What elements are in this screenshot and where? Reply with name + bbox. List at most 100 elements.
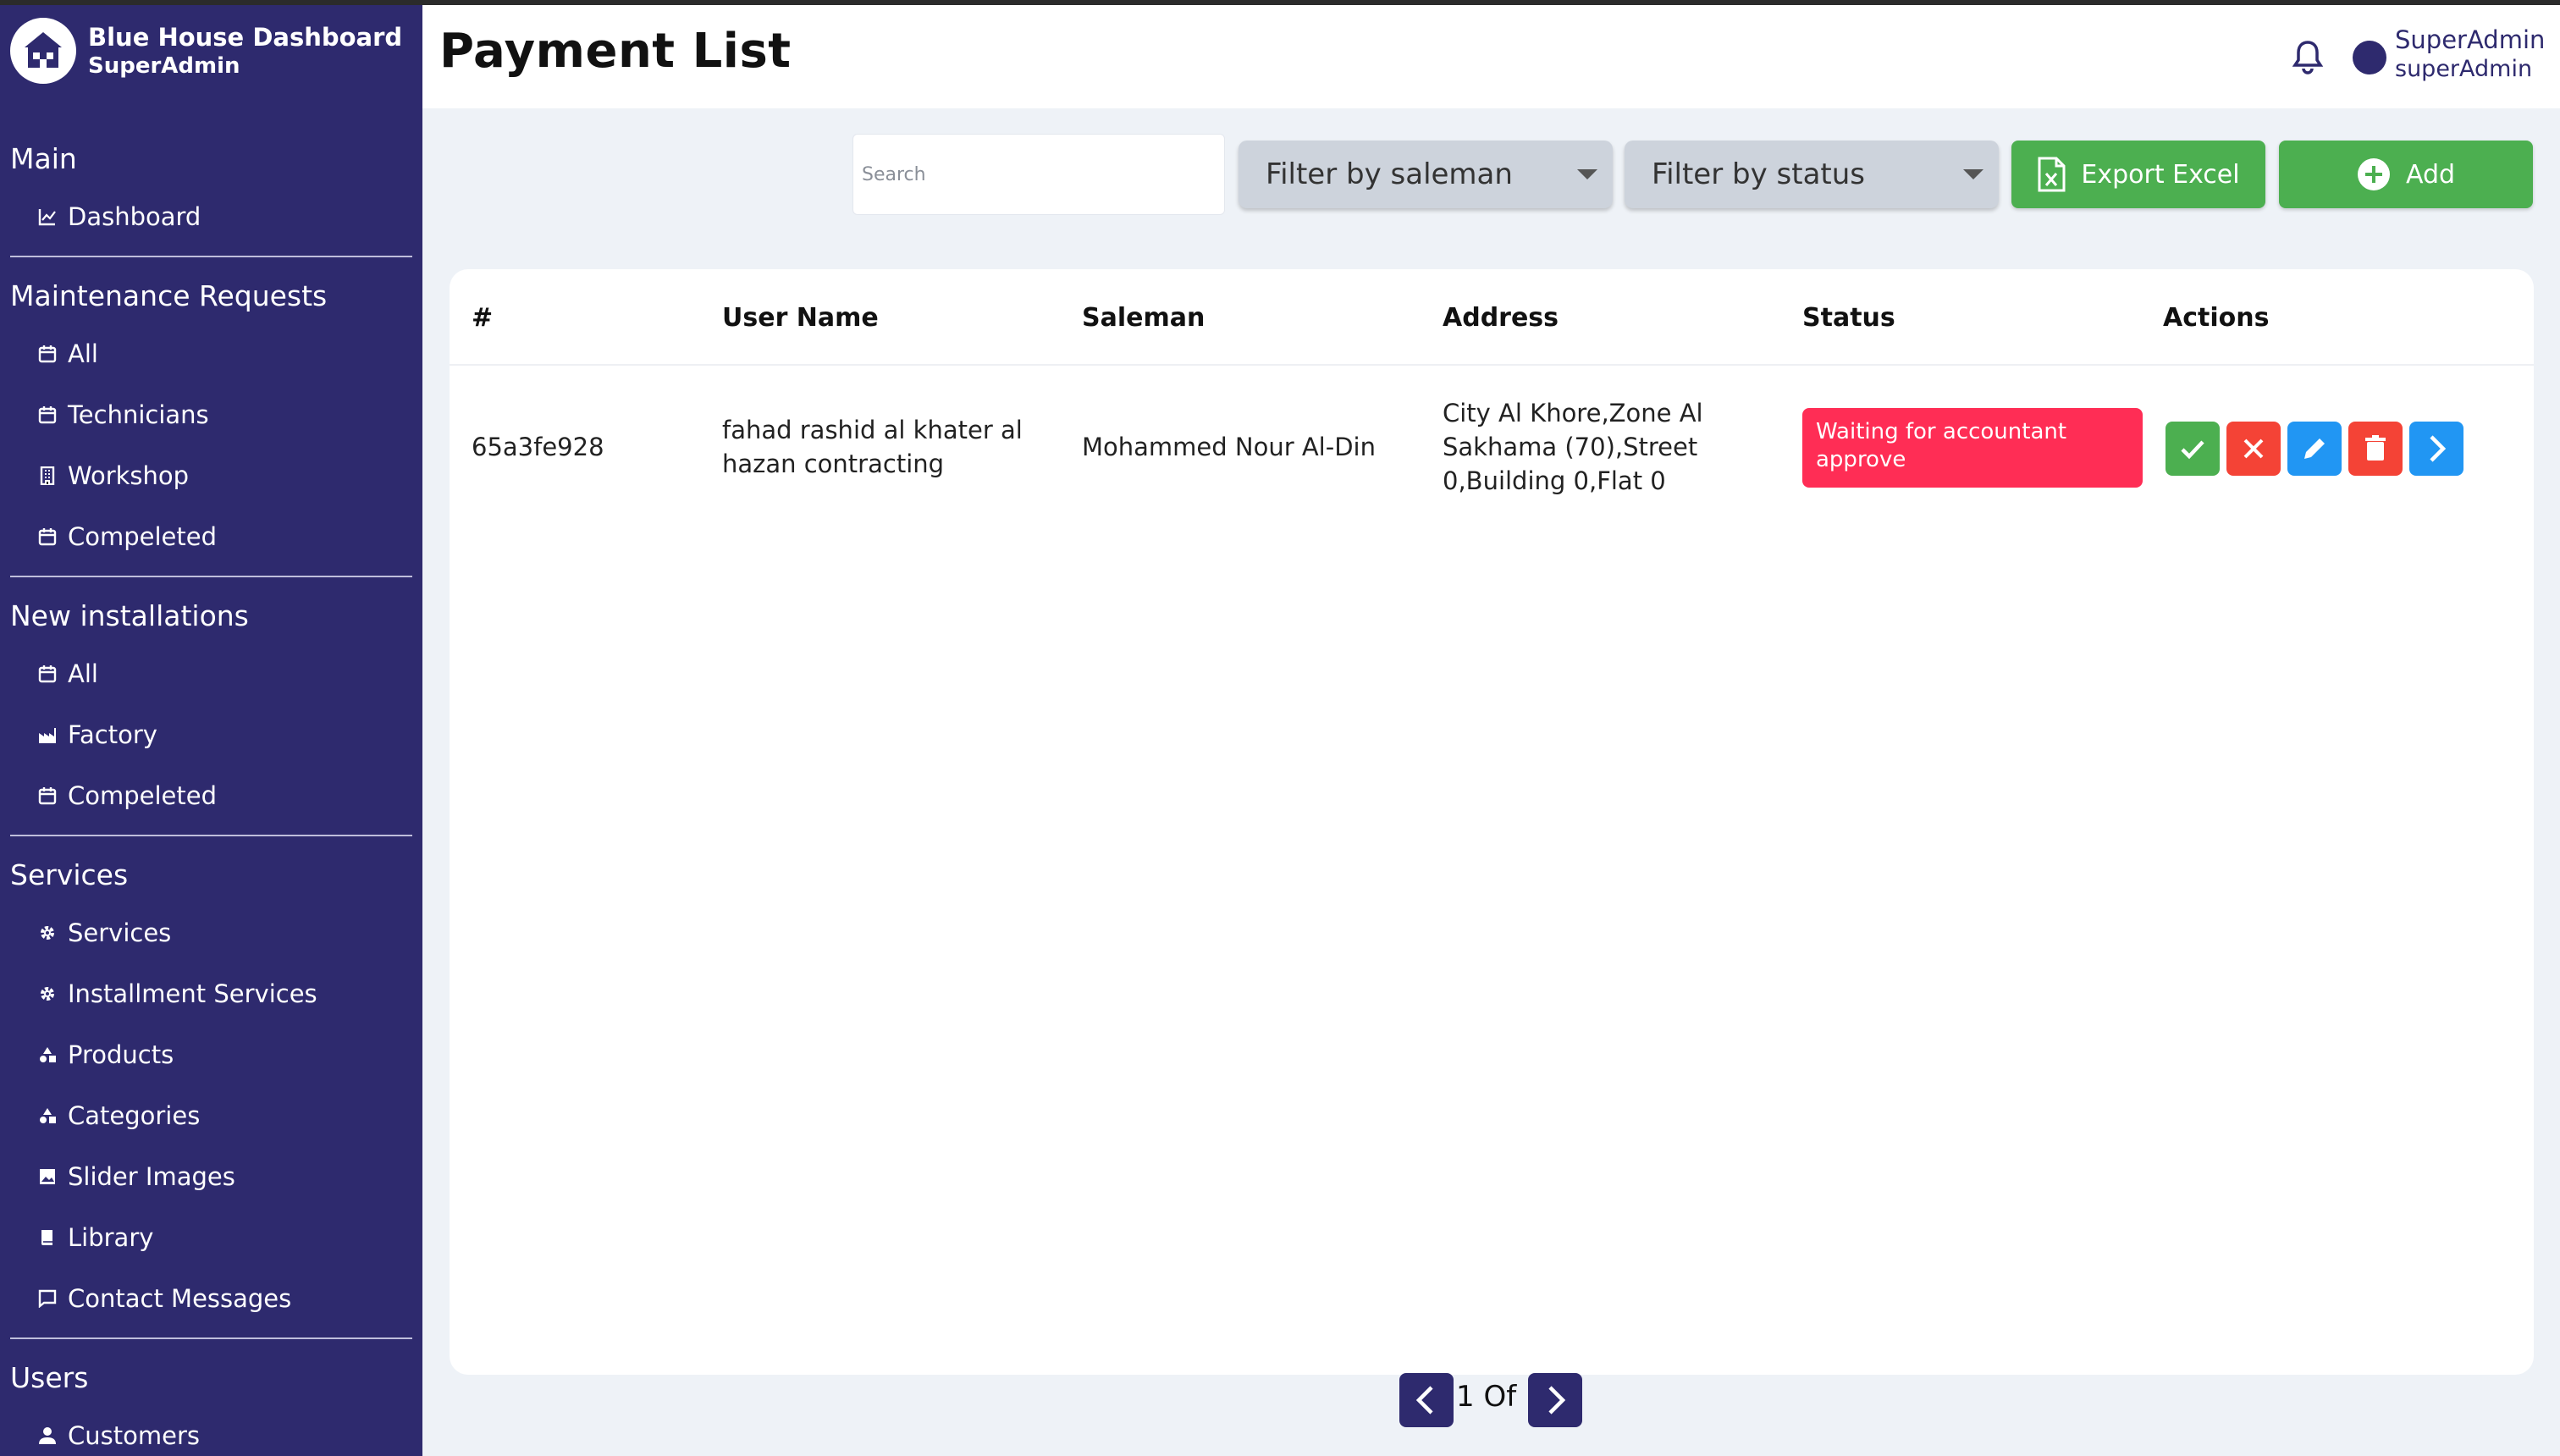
divider xyxy=(10,576,412,577)
column-header-address: Address xyxy=(1443,303,1559,333)
calendar-icon xyxy=(37,527,58,547)
sidebar-item-label: All xyxy=(68,659,98,688)
sidebar-item-label: Slider Images xyxy=(68,1162,235,1191)
sidebar-nav: Main Dashboard Maintenance Requests All … xyxy=(0,132,422,1456)
brand-subtitle: SuperAdmin xyxy=(88,53,240,79)
sidebar-item-services[interactable]: Services xyxy=(0,902,422,963)
sidebar-item-label: Compeleted xyxy=(68,522,218,551)
edit-button[interactable] xyxy=(2287,422,2342,476)
sidebar-item-contact-messages[interactable]: Contact Messages xyxy=(0,1268,422,1329)
gear-icon xyxy=(37,923,58,943)
bell-icon[interactable] xyxy=(2291,39,2325,76)
sidebar-item-installment-services[interactable]: Installment Services xyxy=(0,963,422,1024)
sidebar-item-label: Categories xyxy=(68,1101,201,1130)
sidebar-item-dashboard[interactable]: Dashboard xyxy=(0,186,422,247)
section-title-services: Services xyxy=(10,858,129,891)
sidebar-item-maintenance-completed[interactable]: Compeleted xyxy=(0,506,422,567)
calendar-icon xyxy=(37,344,58,364)
divider xyxy=(10,1337,412,1339)
sidebar-item-factory[interactable]: Factory xyxy=(0,704,422,765)
caret-down-icon xyxy=(1963,169,1983,179)
sidebar-item-customers[interactable]: Customers xyxy=(0,1405,422,1456)
approve-button[interactable] xyxy=(2166,422,2220,476)
filter-status-select[interactable]: Filter by status xyxy=(1625,141,1999,208)
delete-button[interactable] xyxy=(2348,422,2403,476)
cell-id: 65a3fe928 xyxy=(472,433,604,461)
sidebar-item-label: All xyxy=(68,339,98,368)
filter-saleman-select[interactable]: Filter by saleman xyxy=(1239,141,1613,208)
column-header-saleman: Saleman xyxy=(1082,303,1206,333)
book-icon xyxy=(37,1227,58,1248)
divider xyxy=(10,256,412,257)
sidebar-item-installations-all[interactable]: All xyxy=(0,643,422,704)
add-label: Add xyxy=(2405,159,2456,190)
check-icon xyxy=(2181,440,2204,460)
sidebar-item-label: Services xyxy=(68,918,172,947)
close-icon xyxy=(2243,438,2264,459)
factory-icon xyxy=(37,725,58,745)
user-name: SuperAdmin xyxy=(2395,25,2546,54)
sidebar-item-label: Installment Services xyxy=(68,979,317,1008)
sidebar-item-library[interactable]: Library xyxy=(0,1207,422,1268)
cell-saleman: Mohammed Nour Al-Din xyxy=(1082,433,1376,461)
pagination-next-button[interactable] xyxy=(1528,1373,1582,1427)
chevron-right-icon xyxy=(1548,1386,1566,1415)
section-title-users: Users xyxy=(10,1361,89,1394)
sidebar-item-slider-images[interactable]: Slider Images xyxy=(0,1146,422,1207)
table-header: # User Name Saleman Address Status Actio… xyxy=(450,269,2534,366)
reject-button[interactable] xyxy=(2226,422,2281,476)
sidebar-item-label: Contact Messages xyxy=(68,1284,292,1313)
sidebar-item-installations-completed[interactable]: Compeleted xyxy=(0,765,422,826)
header: Payment List SuperAdmin superAdmin xyxy=(422,5,2560,108)
plus-circle-icon xyxy=(2357,157,2391,191)
calendar-icon xyxy=(37,786,58,806)
sidebar-item-technicians[interactable]: Technicians xyxy=(0,384,422,445)
sidebar-item-workshop[interactable]: Workshop xyxy=(0,445,422,506)
sidebar-item-label: Factory xyxy=(68,720,157,749)
shapes-icon xyxy=(37,1106,58,1126)
cell-user-name: fahad rashid al khater al hazan contract… xyxy=(722,416,1023,478)
add-button[interactable]: Add xyxy=(2279,141,2533,208)
section-title-new-installations: New installations xyxy=(10,599,249,632)
column-header-status: Status xyxy=(1802,303,1895,333)
sidebar-item-maintenance-all[interactable]: All xyxy=(0,323,422,384)
pencil-icon xyxy=(2304,438,2325,459)
column-header-user-name: User Name xyxy=(722,303,879,333)
caret-down-icon xyxy=(1577,169,1597,179)
sidebar-item-label: Products xyxy=(68,1040,174,1069)
chevron-right-icon xyxy=(2430,435,2447,462)
column-header-actions: Actions xyxy=(2163,303,2270,333)
calendar-icon xyxy=(37,405,58,425)
building-icon xyxy=(37,466,58,486)
status-badge: Waiting for accountant approve xyxy=(1802,408,2143,488)
cell-address: City Al Khore,Zone Al Sakhama (70),Stree… xyxy=(1443,399,1703,495)
brand-logo-icon xyxy=(10,18,76,84)
column-header-id: # xyxy=(472,303,494,333)
gear-icon xyxy=(37,984,58,1004)
divider xyxy=(10,835,412,836)
search-input[interactable] xyxy=(852,134,1225,215)
chevron-left-icon xyxy=(1415,1386,1433,1415)
sidebar-item-products[interactable]: Products xyxy=(0,1024,422,1085)
sidebar-item-label: Dashboard xyxy=(68,202,201,231)
trash-icon xyxy=(2365,435,2386,461)
excel-file-icon xyxy=(2037,157,2066,192)
details-button[interactable] xyxy=(2409,422,2463,476)
calendar-icon xyxy=(37,664,58,684)
page-title: Payment List xyxy=(439,24,792,79)
sidebar-item-categories[interactable]: Categories xyxy=(0,1085,422,1146)
pagination-prev-button[interactable] xyxy=(1399,1373,1454,1427)
export-excel-button[interactable]: Export Excel xyxy=(2011,141,2265,208)
shapes-icon xyxy=(37,1045,58,1065)
section-title-main: Main xyxy=(10,142,77,175)
brand[interactable]: Blue House Dashboard SuperAdmin xyxy=(10,15,402,86)
sidebar-item-label: Library xyxy=(68,1223,154,1252)
person-icon xyxy=(37,1426,58,1446)
sidebar-item-label: Compeleted xyxy=(68,781,218,810)
avatar[interactable] xyxy=(2353,41,2386,74)
section-title-maintenance: Maintenance Requests xyxy=(10,279,328,312)
sidebar-item-label: Customers xyxy=(68,1421,200,1450)
payment-table: # User Name Saleman Address Status Actio… xyxy=(450,269,2534,1375)
sidebar-item-label: Workshop xyxy=(68,461,190,490)
filter-status-label: Filter by status xyxy=(1652,157,1865,191)
